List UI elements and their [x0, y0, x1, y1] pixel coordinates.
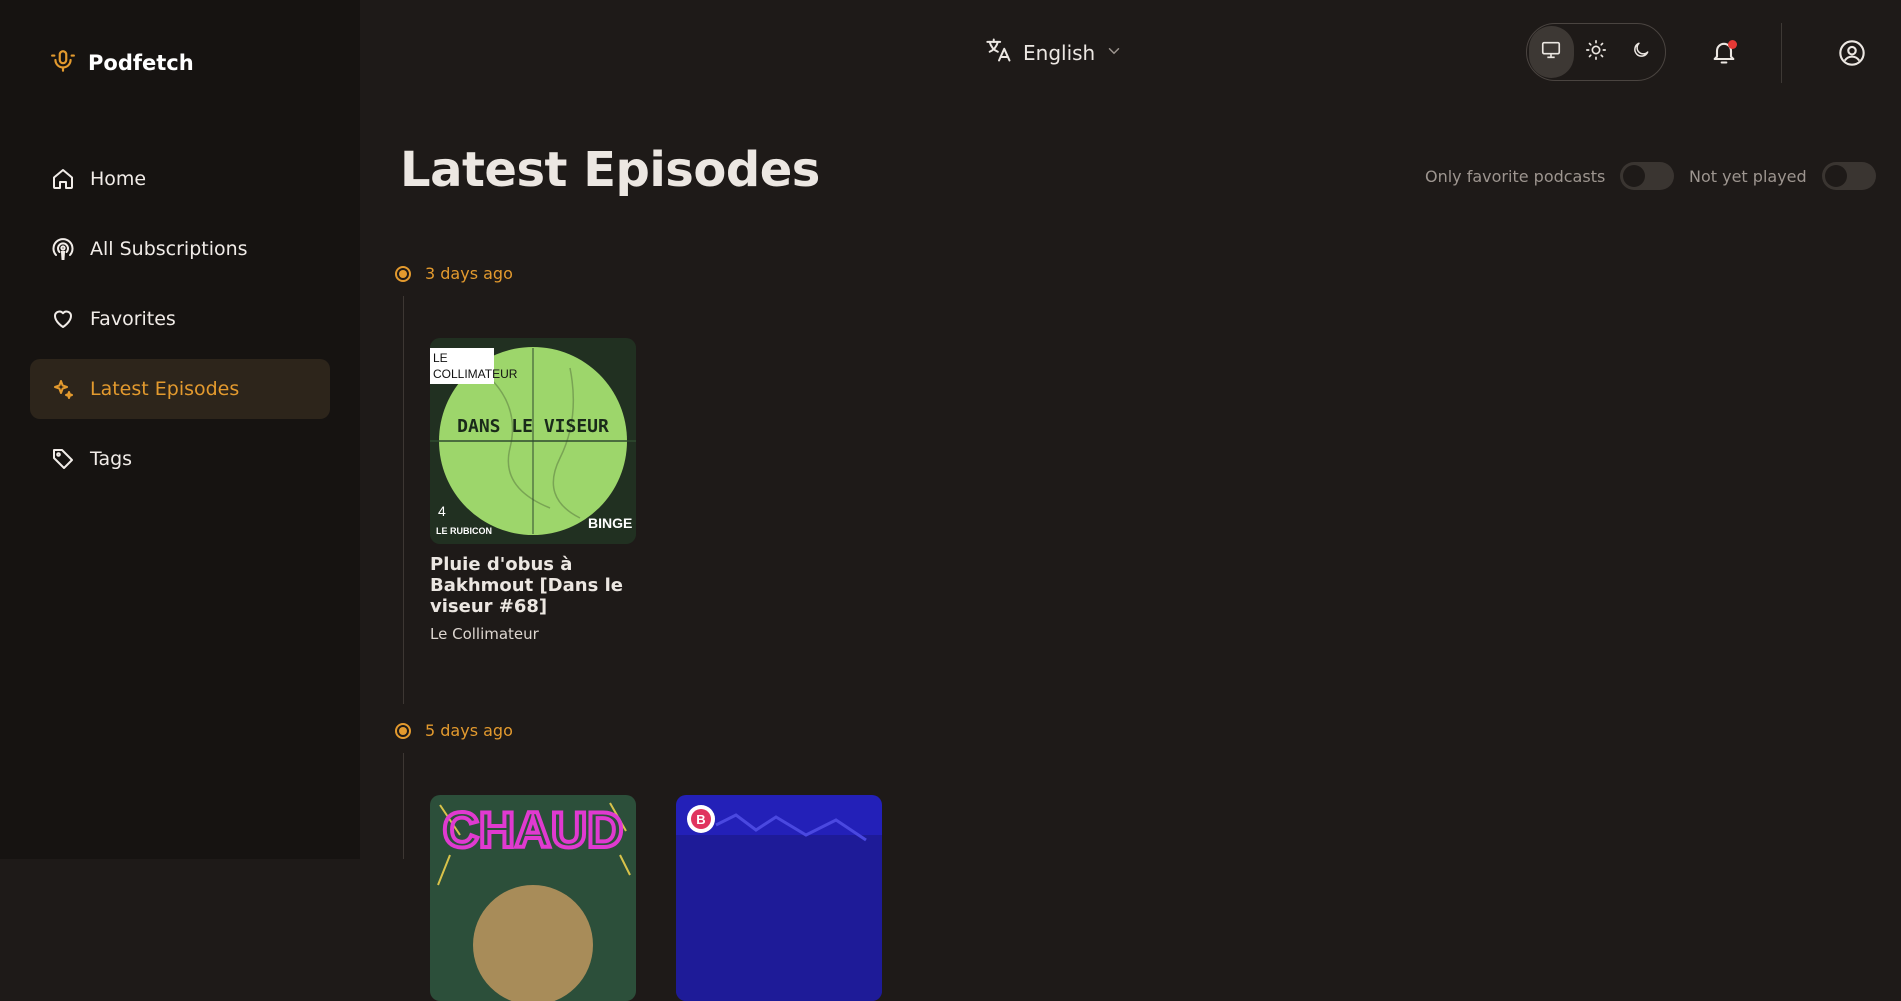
language-label: English: [1023, 40, 1096, 65]
timeline-dot: [395, 265, 411, 282]
chevron-down-icon: [1105, 41, 1123, 65]
app-name: Podfetch: [88, 51, 194, 75]
episode-card[interactable]: B: [676, 795, 882, 1001]
filter-label: Only favorite podcasts: [1425, 166, 1606, 186]
toggle-knob: [1824, 165, 1847, 187]
sidebar-item-tags[interactable]: Tags: [30, 429, 330, 489]
sidebar-item-favorites[interactable]: Favorites: [30, 289, 330, 349]
monitor-icon: [1540, 39, 1562, 65]
cover-text: COLLIMATEUR: [433, 367, 518, 381]
sidebar-item-label: Latest Episodes: [90, 378, 240, 400]
episode-podcast-name[interactable]: Le Collimateur: [430, 625, 636, 643]
theme-system-button[interactable]: [1529, 26, 1574, 78]
sidebar-item-label: All Subscriptions: [90, 238, 248, 260]
theme-switch: [1526, 23, 1666, 81]
bell-icon: [1710, 42, 1738, 70]
episode-title[interactable]: Pluie d'obus à Bakhmout [Dans le viseur …: [430, 554, 636, 617]
filter-only-favorites: Only favorite podcasts: [1425, 162, 1675, 190]
episode-card[interactable]: LE COLLIMATEUR DANS LE VISEUR 4 LE RUBIC…: [430, 338, 636, 643]
cover-text: 4: [438, 503, 446, 519]
top-bar: [360, 0, 1901, 100]
timeline-group-header: 5 days ago: [395, 721, 513, 740]
sidebar-item-home[interactable]: Home: [30, 149, 330, 209]
filter-label: Not yet played: [1689, 166, 1807, 186]
group-date: 3 days ago: [425, 264, 513, 283]
page-title: Latest Episodes: [400, 142, 820, 198]
sidebar: Podfetch Home All Subscriptions Favorite…: [0, 0, 360, 859]
tag-icon: [50, 446, 76, 472]
sidebar-item-latest-episodes[interactable]: Latest Episodes: [30, 359, 330, 419]
header-divider: [1781, 23, 1782, 83]
only-favorites-toggle[interactable]: [1620, 162, 1675, 190]
sidebar-item-label: Favorites: [90, 308, 176, 330]
cover-text: LE: [433, 351, 448, 365]
notifications-button[interactable]: [1710, 38, 1740, 68]
cover-text: BINGE: [588, 515, 632, 531]
timeline-group-header: 3 days ago: [395, 264, 513, 283]
cover-show-title: DANS LE VISEUR: [457, 416, 609, 437]
translate-icon: [985, 36, 1013, 69]
theme-dark-button[interactable]: [1618, 26, 1663, 78]
home-icon: [50, 166, 76, 192]
theme-light-button[interactable]: [1574, 26, 1619, 78]
notification-badge: [1728, 40, 1737, 49]
episode-cover[interactable]: LE COLLIMATEUR DANS LE VISEUR 4 LE RUBIC…: [430, 338, 636, 544]
user-menu-button[interactable]: [1838, 39, 1866, 67]
sidebar-item-label: Tags: [90, 448, 133, 470]
moon-icon: [1631, 40, 1651, 64]
toggle-knob: [1623, 165, 1646, 187]
sidebar-nav: Home All Subscriptions Favorites Latest …: [30, 149, 330, 499]
app-logo[interactable]: Podfetch: [50, 48, 194, 78]
filter-not-yet-played: Not yet played: [1689, 162, 1876, 190]
timeline-line: [403, 753, 404, 859]
sidebar-item-all-subscriptions[interactable]: All Subscriptions: [30, 219, 330, 279]
timeline-line: [403, 296, 404, 704]
cover-text: CHAUD: [443, 802, 624, 858]
not-yet-played-toggle[interactable]: [1821, 162, 1876, 190]
sun-icon: [1585, 39, 1607, 65]
microphone-icon: [50, 48, 76, 78]
heart-icon: [50, 306, 76, 332]
timeline-dot: [395, 722, 411, 739]
episode-cover[interactable]: B: [676, 795, 882, 1001]
user-circle-icon: [1838, 40, 1866, 71]
podcast-icon: [50, 236, 76, 262]
cover-text: LE RUBICON: [436, 526, 492, 536]
sparkles-icon: [50, 376, 76, 402]
language-selector[interactable]: English: [985, 36, 1123, 69]
episode-card[interactable]: CHAUD: [430, 795, 636, 1001]
group-date: 5 days ago: [425, 721, 513, 740]
episode-cover[interactable]: CHAUD: [430, 795, 636, 1001]
sidebar-item-label: Home: [90, 168, 147, 190]
cover-text: B: [696, 812, 705, 827]
